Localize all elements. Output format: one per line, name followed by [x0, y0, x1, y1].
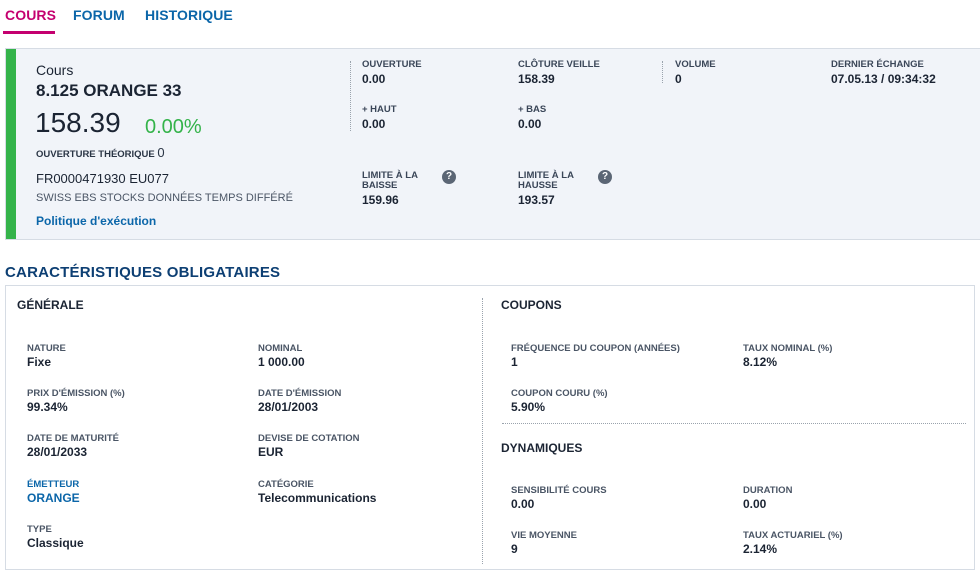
field-devise: DEVISE DE COTATION EUR — [258, 433, 360, 459]
trend-indicator-bar — [6, 49, 16, 239]
field-sensibilite: SENSIBILITÉ COURS 0.00 — [511, 485, 607, 511]
coupons-heading: COUPONS — [501, 298, 562, 312]
field-taux-actuariel: TAUX ACTUARIEL (%) 2.14% — [743, 530, 843, 556]
help-icon[interactable]: ? — [598, 170, 612, 184]
theoretical-open-value: 0 — [157, 145, 165, 160]
stat-ouverture: OUVERTURE 0.00 — [362, 59, 422, 87]
field-date-maturite: DATE DE MATURITÉ 28/01/2033 — [27, 433, 120, 459]
field-prix-emission: PRIX D'ÉMISSION (%) 99.34% — [27, 388, 125, 414]
stat-bas: + BAS 0.00 — [518, 104, 547, 132]
dynamiques-heading: DYNAMIQUES — [501, 441, 583, 455]
tab-bar: COURS FORUM HISTORIQUE — [0, 0, 980, 34]
quote-panel: Cours 8.125 ORANGE 33 158.39 0.00% OUVER… — [5, 48, 980, 240]
field-nominal: NOMINAL 1 000.00 — [258, 343, 305, 369]
data-source: SWISS EBS STOCKS DONNÉES TEMPS DIFFÉRÉ — [36, 192, 293, 204]
quote-label: Cours — [36, 62, 74, 78]
stat-haut: + HAUT 0.00 — [362, 104, 397, 132]
field-vie-moyenne: VIE MOYENNE 9 — [511, 530, 577, 556]
separator — [662, 61, 663, 83]
field-type: TYPE Classique — [27, 524, 84, 550]
section-title: CARACTÉRISTIQUES OBLIGATAIRES — [5, 264, 281, 281]
generale-heading: GÉNÉRALE — [17, 298, 84, 312]
last-price: 158.39 — [35, 107, 121, 138]
issuer-link[interactable]: ORANGE — [27, 491, 80, 505]
stat-cloture-veille: CLÔTURE VEILLE 158.39 — [518, 59, 600, 87]
isin-market: FR0000471930 EU077 — [36, 171, 169, 186]
theoretical-open-label: OUVERTURE THÉORIQUE — [36, 149, 155, 160]
theoretical-open: OUVERTURE THÉORIQUE 0 — [36, 145, 165, 160]
stat-limite-baisse: LIMITE À LA BAISSE 159.96 — [362, 170, 418, 208]
characteristics-panel: GÉNÉRALE COUPONS DYNAMIQUES NATURE Fixe … — [5, 285, 975, 570]
field-coupon-couru: COUPON COURU (%) 5.90% — [511, 388, 608, 414]
help-icon[interactable]: ? — [442, 170, 456, 184]
price-change: 0.00% — [145, 116, 202, 138]
instrument-name: 8.125 ORANGE 33 — [36, 81, 182, 100]
tab-historique[interactable]: HISTORIQUE — [145, 7, 233, 23]
field-date-emission: DATE D'ÉMISSION 28/01/2003 — [258, 388, 342, 414]
field-categorie: CATÉGORIE Telecommunications — [258, 479, 377, 505]
field-duration: DURATION 0.00 — [743, 485, 793, 511]
active-tab-indicator — [3, 31, 55, 34]
field-emetteur: ÉMETTEUR ORANGE — [27, 479, 80, 505]
separator — [350, 61, 351, 131]
field-frequence-coupon: FRÉQUENCE DU COUPON (ANNÉES) 1 — [511, 343, 680, 369]
tab-cours[interactable]: COURS — [5, 7, 56, 23]
stat-dernier-echange: DERNIER ÉCHANGE 07.05.13 / 09:34:32 — [831, 59, 936, 87]
field-nature: NATURE Fixe — [27, 343, 66, 369]
stat-limite-hausse: LIMITE À LA HAUSSE 193.57 — [518, 170, 574, 208]
separator — [482, 298, 483, 564]
field-taux-nominal: TAUX NOMINAL (%) 8.12% — [743, 343, 833, 369]
tab-forum[interactable]: FORUM — [73, 7, 125, 23]
separator — [502, 423, 966, 424]
execution-policy-link[interactable]: Politique d'exécution — [36, 214, 156, 228]
stat-volume: VOLUME 0 — [675, 59, 716, 87]
